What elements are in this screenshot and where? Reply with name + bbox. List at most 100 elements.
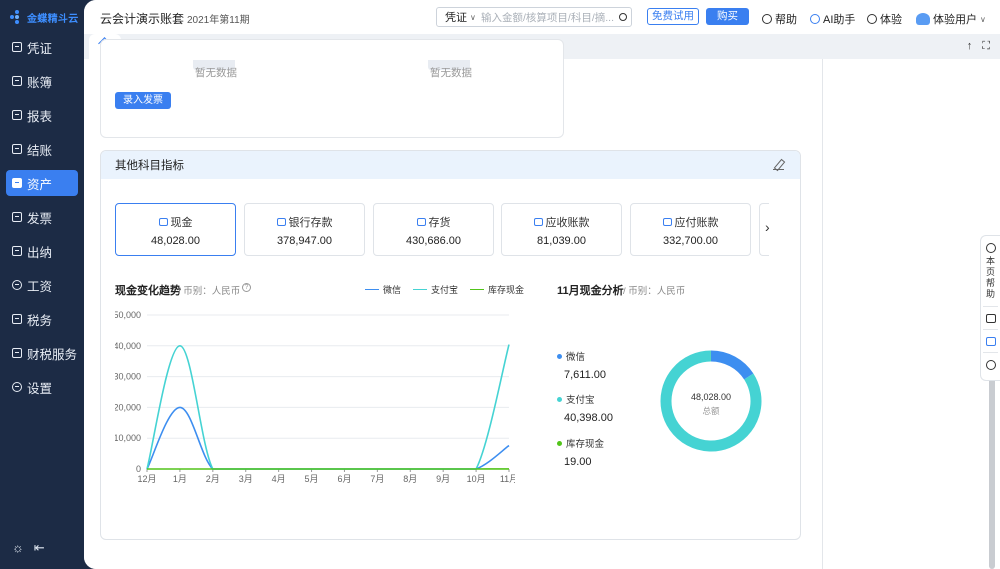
invoice-card: 暂无数据 暂无数据 录入发票 [100, 39, 564, 138]
sidebar-item-report[interactable]: 报表 [6, 102, 78, 128]
metric-icon [662, 218, 672, 226]
legend-item[interactable]: 支付宝 [413, 283, 458, 296]
metric-label: 应付账款 [631, 214, 750, 230]
chevron-down-icon: ∨ [980, 14, 986, 24]
metric-card[interactable]: 现金 48,028.00 [115, 203, 236, 256]
y-tick-label: 0 [136, 464, 141, 474]
x-tick-label: 8月 [403, 474, 417, 484]
metric-card[interactable]: 存货 430,686.00 [373, 203, 494, 256]
metric-value: 430,686.00 [405, 235, 462, 247]
sidebar-item-salary[interactable]: 工资 [6, 272, 78, 298]
sun-icon[interactable]: ☼ [12, 540, 24, 556]
empty-text: 暂无数据 [195, 67, 237, 79]
y-tick-label: 30,000 [115, 372, 141, 382]
search-type-select[interactable]: 凭证 ∨ [437, 9, 481, 25]
sidebar: 金蝶精斗云 凭证账簿报表结账资产发票出纳工资税务财税服务设置 ☼ ⇤ [0, 0, 84, 569]
sidebar-item-label: 财税服务 [27, 347, 78, 362]
sidebar-item-invoice[interactable]: 发票 [6, 204, 78, 230]
ledger-icon [12, 76, 22, 86]
collapse-icon[interactable]: ⇤ [34, 540, 45, 556]
y-tick-label: 10,000 [115, 433, 141, 443]
trend-legend: 微信 支付宝 库存现金 [365, 283, 524, 296]
page-help-float[interactable]: 本页帮助 [980, 235, 1000, 381]
global-search[interactable]: 凭证 ∨ 输入金额/核算项目/科目/摘... [436, 7, 632, 27]
legend-swatch [470, 288, 485, 291]
sidebar-item-finance-service[interactable]: 财税服务 [6, 340, 78, 366]
user-menu[interactable]: 体验用户 ∨ [916, 11, 986, 27]
trend-currency: / 币别：人民币 [178, 286, 241, 297]
buy-button[interactable]: 购买 [706, 8, 749, 25]
metric-card[interactable]: 应收账款 81,039.00 [501, 203, 622, 256]
sidebar-item-label: 账簿 [27, 75, 53, 90]
sidebar-item-ledger[interactable]: 账簿 [6, 68, 78, 94]
scroll-top-icon[interactable]: ↑ [967, 40, 973, 53]
help-link[interactable]: 帮助 [762, 11, 797, 27]
search-icon[interactable] [615, 13, 631, 21]
chevron-right-icon[interactable]: › [765, 219, 770, 235]
voucher-icon [12, 42, 22, 52]
experience-link[interactable]: 体验 [867, 11, 902, 27]
pie-legend-name: 支付宝 [557, 392, 613, 406]
account-set-name[interactable]: 云会计演示账套 [100, 10, 184, 27]
help-icon [985, 243, 996, 253]
free-trial-button[interactable]: 免费试用 [647, 8, 699, 25]
metric-icon [158, 218, 168, 226]
x-tick-label: 10月 [467, 474, 486, 484]
empty-text: 暂无数据 [430, 67, 472, 79]
sidebar-item-settings[interactable]: 设置 [6, 374, 78, 400]
close-book-icon [12, 144, 22, 154]
logo-text: 金蝶精斗云 [27, 13, 79, 25]
panel-header: 其他科目指标 [101, 151, 800, 179]
main-area: 云会计演示账套 2021年第11期 凭证 ∨ 输入金额/核算项目/科目/摘...… [84, 0, 1000, 569]
message-icon[interactable] [985, 314, 996, 323]
gift-icon[interactable] [985, 337, 996, 346]
asset-icon [12, 178, 22, 188]
cashier-icon [12, 246, 22, 256]
y-tick-label: 50,000 [115, 310, 141, 320]
pie-legend-item: 支付宝 40,398.00 [557, 392, 613, 424]
search-input[interactable]: 输入金额/核算项目/科目/摘... [481, 10, 615, 25]
sidebar-item-asset[interactable]: 资产 [6, 170, 78, 196]
logo[interactable]: 金蝶精斗云 [0, 0, 84, 34]
pie-legend-value: 19.00 [564, 456, 592, 468]
analysis-currency: / 币别：人民币 [623, 286, 686, 297]
sidebar-item-close-book[interactable]: 结账 [6, 136, 78, 162]
ai-assistant-link[interactable]: AI助手 [810, 11, 855, 27]
sidebar-item-tax[interactable]: 税务 [6, 306, 78, 332]
other-indicators-panel: 其他科目指标 现金 48,028.00 银行存款 378,947.00 存货 430,68… [100, 150, 801, 540]
sidebar-item-voucher[interactable]: 凭证 [6, 34, 78, 60]
cash-donut-chart: 48,028.00 总额 [660, 350, 762, 452]
sidebar-item-cashier[interactable]: 出纳 [6, 238, 78, 264]
sidebar-item-label: 报表 [27, 109, 53, 124]
metric-value: 48,028.00 [151, 235, 200, 247]
play-icon [867, 14, 877, 24]
content-area: 暂无数据 暂无数据 录入发票 其他科目指标 现金 48,028.00 银行存款 378… [84, 39, 1000, 569]
ai-icon [810, 14, 820, 24]
enter-invoice-button[interactable]: 录入发票 [115, 92, 171, 109]
sidebar-item-label: 税务 [27, 313, 53, 328]
legend-swatch [365, 288, 379, 291]
x-tick-label: 9月 [436, 474, 450, 484]
salary-icon [12, 280, 22, 290]
sidebar-item-label: 工资 [27, 279, 53, 294]
donut-total-label: 总额 [702, 406, 720, 416]
metric-card[interactable]: 银行存款 378,947.00 [244, 203, 365, 256]
x-tick-label: 12月 [137, 474, 156, 484]
cash-trend-chart: 0 10,000 20,000 30,000 40,000 50,000 12月 1月 2月 3月… [115, 310, 515, 484]
sidebar-item-label: 凭证 [27, 41, 53, 56]
expand-icon[interactable] [985, 360, 996, 370]
question-icon[interactable]: ? [242, 283, 251, 292]
chevron-down-icon: ∨ [470, 12, 476, 22]
edit-icon[interactable] [773, 159, 784, 170]
metric-card[interactable]: 应付账款 332,700.00 [630, 203, 751, 256]
metric-icon [416, 218, 426, 226]
metric-icon [533, 218, 543, 226]
x-tick-label: 2月 [206, 474, 220, 484]
legend-item[interactable]: 库存现金 [470, 283, 524, 296]
x-tick-label: 11月 [500, 474, 515, 484]
sidebar-item-label: 结账 [27, 143, 53, 158]
period-label[interactable]: 2021年第11期 [187, 11, 250, 26]
legend-item[interactable]: 微信 [365, 283, 401, 296]
fullscreen-icon[interactable]: ⛶ [982, 40, 990, 53]
scrollbar[interactable] [989, 374, 995, 569]
